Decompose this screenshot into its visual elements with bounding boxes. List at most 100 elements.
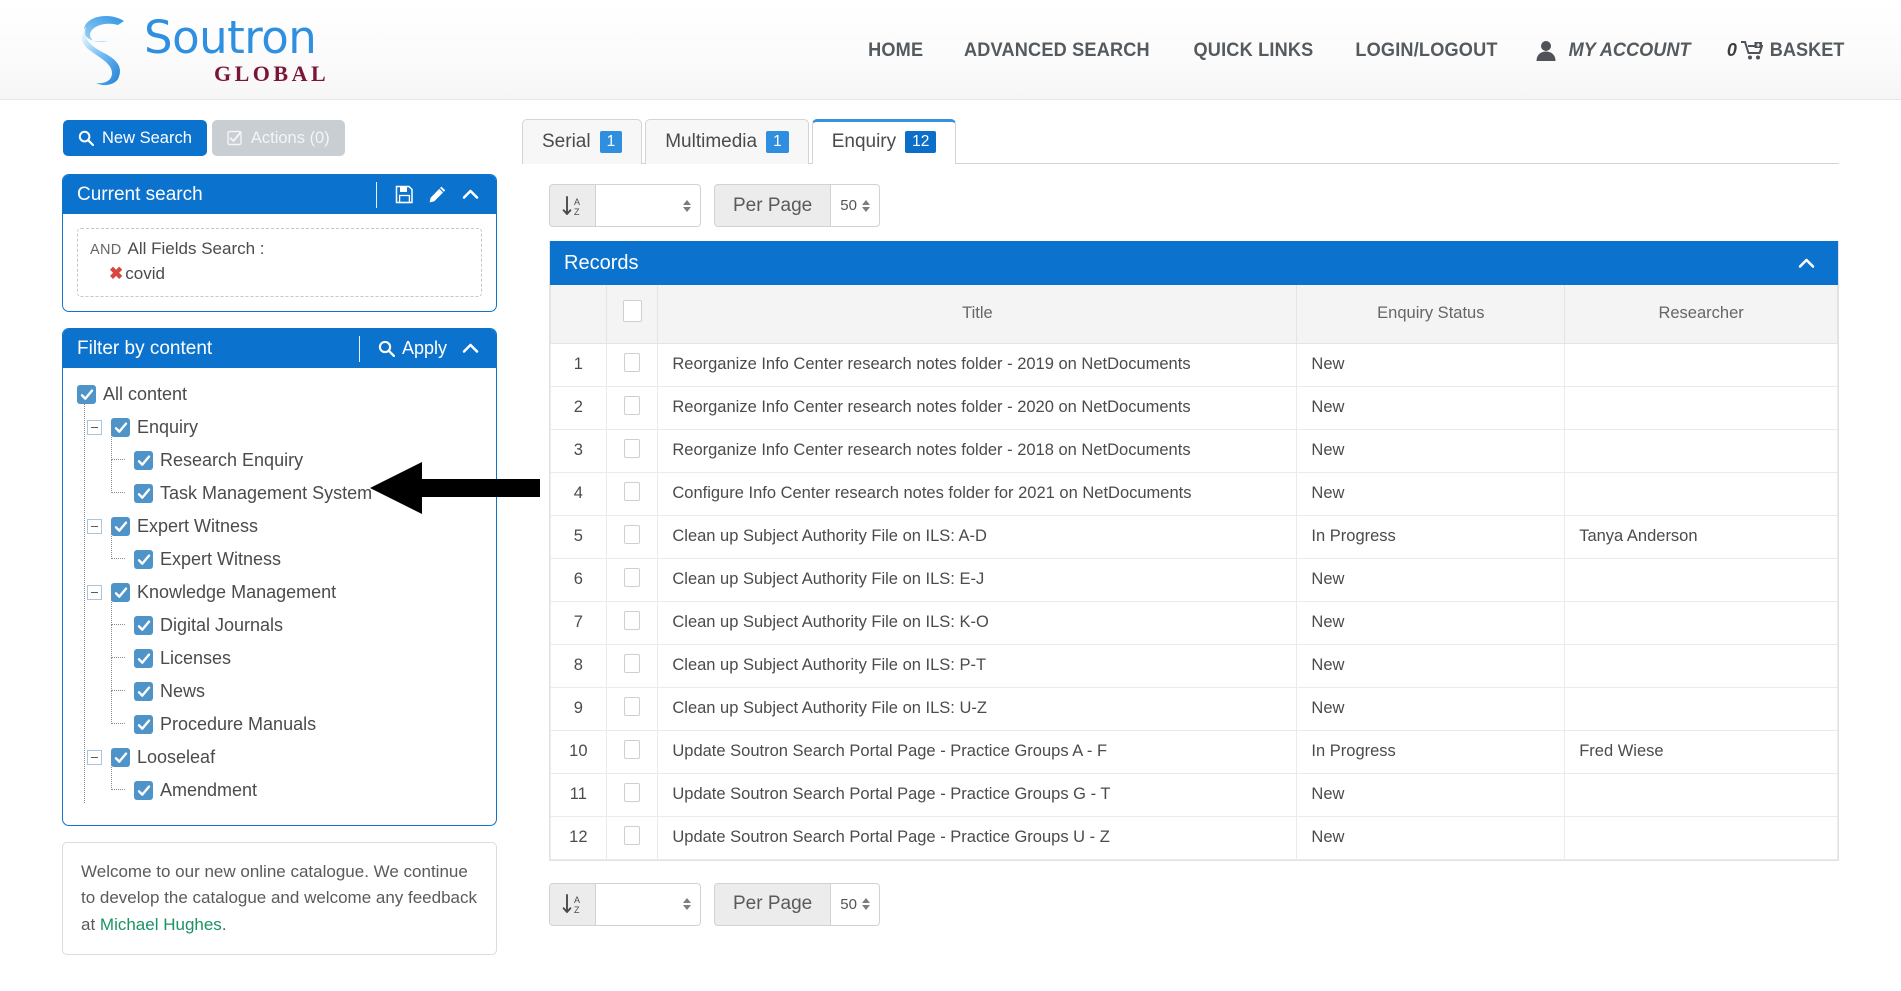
sort-field-select-bottom[interactable] bbox=[596, 882, 701, 926]
save-icon[interactable] bbox=[395, 185, 414, 204]
chevron-up-icon[interactable] bbox=[461, 185, 480, 204]
cell-title[interactable]: Update Soutron Search Portal Page - Prac… bbox=[657, 772, 1298, 817]
nav-home[interactable]: HOME bbox=[853, 39, 938, 62]
apply-filter-button[interactable]: Apply bbox=[378, 338, 447, 359]
remove-criterion-icon[interactable]: ✖ bbox=[109, 264, 123, 283]
tab-serial[interactable]: Serial 1 bbox=[522, 119, 643, 164]
col-researcher[interactable]: Researcher bbox=[1564, 285, 1838, 344]
cell-title[interactable]: Clean up Subject Authority File on ILS: … bbox=[657, 643, 1298, 688]
tree-checkbox[interactable] bbox=[134, 484, 153, 504]
tree-node[interactable]: Enquiry bbox=[63, 411, 496, 444]
tree-node[interactable]: Expert Witness bbox=[63, 510, 496, 543]
row-checkbox[interactable] bbox=[624, 739, 640, 759]
row-checkbox[interactable] bbox=[624, 481, 640, 501]
tree-checkbox[interactable] bbox=[134, 649, 153, 669]
cell-title[interactable]: Reorganize Info Center research notes fo… bbox=[657, 428, 1298, 473]
check-icon bbox=[137, 785, 150, 796]
tree-checkbox[interactable] bbox=[134, 550, 153, 570]
tree-expander-collapse-icon[interactable] bbox=[87, 420, 102, 436]
tree-checkbox[interactable] bbox=[111, 517, 130, 537]
tree-node[interactable]: Licenses bbox=[63, 625, 496, 675]
tree-checkbox[interactable] bbox=[134, 616, 153, 636]
tab-enquiry[interactable]: Enquiry 12 bbox=[811, 119, 957, 164]
row-checkbox[interactable] bbox=[624, 395, 640, 415]
tree-node[interactable]: Task Management System bbox=[63, 460, 496, 510]
tree-checkbox[interactable] bbox=[134, 682, 153, 702]
cell-title[interactable]: Reorganize Info Center research notes fo… bbox=[657, 385, 1298, 430]
new-search-button[interactable]: New Search bbox=[63, 120, 207, 157]
per-page-label-bottom[interactable]: Per Page bbox=[714, 882, 832, 926]
tree-node[interactable]: Knowledge Management bbox=[63, 576, 496, 609]
site-logo[interactable]: Soutron GLOBAL bbox=[78, 13, 329, 87]
tab-multimedia[interactable]: Multimedia 1 bbox=[645, 119, 809, 164]
row-checkbox[interactable] bbox=[624, 825, 640, 845]
tree-node[interactable]: Amendment bbox=[63, 757, 496, 807]
row-checkbox[interactable] bbox=[624, 524, 640, 544]
tree-node[interactable]: Procedure Manuals bbox=[63, 691, 496, 741]
tree-node[interactable]: Looseleaf bbox=[63, 741, 496, 774]
tree-node[interactable]: Research Enquiry bbox=[63, 427, 496, 477]
col-title[interactable]: Title bbox=[657, 285, 1298, 344]
cell-title[interactable]: Clean up Subject Authority File on ILS: … bbox=[657, 686, 1298, 731]
table-row[interactable]: 11 Update Soutron Search Portal Page - Pr… bbox=[550, 772, 1838, 817]
row-checkbox[interactable] bbox=[624, 782, 640, 802]
table-row[interactable]: 5 Clean up Subject Authority File on ILS:… bbox=[550, 514, 1838, 559]
col-enquiry-status[interactable]: Enquiry Status bbox=[1296, 285, 1566, 344]
tree-expander-collapse-icon[interactable] bbox=[87, 585, 102, 601]
table-row[interactable]: 10 Update Soutron Search Portal Page - Pr… bbox=[550, 729, 1838, 774]
nav-login-logout[interactable]: LOGIN/LOGOUT bbox=[1340, 39, 1512, 62]
tree-checkbox[interactable] bbox=[111, 748, 130, 768]
tree-checkbox[interactable] bbox=[111, 583, 130, 603]
per-page-select[interactable]: 50 bbox=[831, 184, 880, 227]
row-checkbox[interactable] bbox=[624, 653, 640, 673]
tree-node[interactable]: News bbox=[63, 658, 496, 708]
tree-node[interactable]: Digital Journals bbox=[63, 592, 496, 642]
nav-quick-links[interactable]: QUICK LINKS bbox=[1178, 39, 1328, 62]
per-page-label[interactable]: Per Page bbox=[714, 184, 832, 227]
tree-expander-collapse-icon[interactable] bbox=[87, 750, 102, 766]
tree-connector-line bbox=[111, 658, 125, 692]
row-checkbox[interactable] bbox=[624, 610, 640, 630]
table-row[interactable]: 4 Configure Info Center research notes fo… bbox=[550, 471, 1838, 516]
tree-checkbox[interactable] bbox=[134, 451, 153, 471]
sort-direction-button[interactable]: A Z bbox=[549, 184, 596, 227]
table-row[interactable]: 3 Reorganize Info Center research notes f… bbox=[550, 428, 1838, 473]
cell-title[interactable]: Reorganize Info Center research notes fo… bbox=[657, 342, 1298, 387]
chevron-up-icon[interactable] bbox=[461, 339, 480, 358]
table-row[interactable]: 12 Update Soutron Search Portal Page - Pr… bbox=[550, 815, 1838, 860]
actions-button[interactable]: Actions (0) bbox=[211, 120, 345, 157]
table-row[interactable]: 2 Reorganize Info Center research notes f… bbox=[550, 385, 1838, 430]
tree-expander-collapse-icon[interactable] bbox=[87, 519, 102, 535]
nav-basket[interactable]: 0 BASKET bbox=[1711, 39, 1857, 62]
edit-pencil-icon[interactable] bbox=[428, 185, 447, 204]
welcome-contact-link[interactable]: Michael Hughes bbox=[100, 915, 222, 934]
table-row[interactable]: 7 Clean up Subject Authority File on ILS:… bbox=[550, 600, 1838, 645]
cell-title[interactable]: Configure Info Center research notes fol… bbox=[657, 471, 1298, 516]
tree-checkbox[interactable] bbox=[77, 385, 96, 405]
nav-my-account[interactable]: MY ACCOUNT bbox=[1519, 39, 1711, 62]
per-page-select-bottom[interactable]: 50 bbox=[831, 882, 880, 926]
cell-title[interactable]: Clean up Subject Authority File on ILS: … bbox=[657, 514, 1298, 559]
tree-node[interactable]: All content bbox=[63, 378, 496, 411]
table-row[interactable]: 8 Clean up Subject Authority File on ILS:… bbox=[550, 643, 1838, 688]
tree-checkbox[interactable] bbox=[134, 781, 153, 801]
cell-title[interactable]: Update Soutron Search Portal Page - Prac… bbox=[657, 729, 1298, 774]
table-row[interactable]: 9 Clean up Subject Authority File on ILS:… bbox=[550, 686, 1838, 731]
sort-field-select[interactable] bbox=[596, 184, 701, 227]
cell-title[interactable]: Clean up Subject Authority File on ILS: … bbox=[657, 557, 1298, 602]
tree-node[interactable]: Expert Witness bbox=[63, 526, 496, 576]
cell-title[interactable]: Update Soutron Search Portal Page - Prac… bbox=[657, 815, 1298, 860]
table-row[interactable]: 6 Clean up Subject Authority File on ILS:… bbox=[550, 557, 1838, 602]
tree-checkbox[interactable] bbox=[134, 715, 153, 735]
sort-direction-button-bottom[interactable]: A Z bbox=[549, 882, 596, 926]
chevron-up-icon[interactable] bbox=[1797, 254, 1816, 273]
table-row[interactable]: 1 Reorganize Info Center research notes f… bbox=[550, 342, 1838, 387]
row-checkbox[interactable] bbox=[624, 696, 640, 716]
row-checkbox[interactable] bbox=[624, 567, 640, 587]
tree-checkbox[interactable] bbox=[111, 418, 130, 438]
row-checkbox[interactable] bbox=[624, 352, 640, 372]
row-checkbox[interactable] bbox=[624, 438, 640, 458]
select-all-checkbox[interactable] bbox=[622, 300, 642, 323]
nav-advanced-search[interactable]: ADVANCED SEARCH bbox=[949, 39, 1165, 62]
cell-title[interactable]: Clean up Subject Authority File on ILS: … bbox=[657, 600, 1298, 645]
